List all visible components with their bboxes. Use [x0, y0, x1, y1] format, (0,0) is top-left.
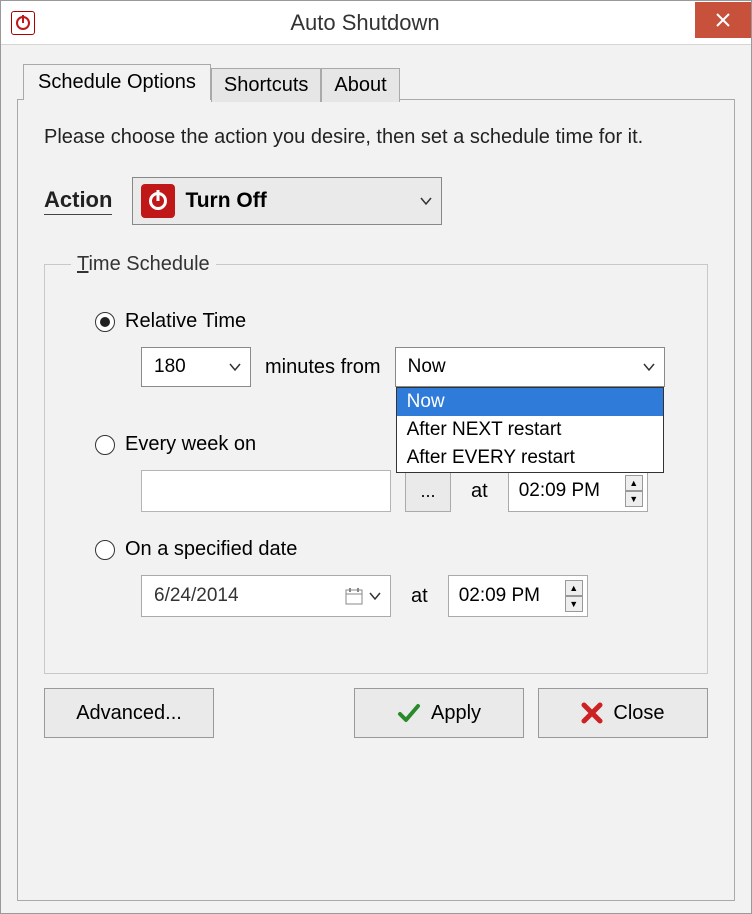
from-select[interactable]: Now Now After NEXT restart After EVERY r…: [395, 347, 665, 387]
action-row: Action Turn Off: [44, 177, 708, 225]
from-selected-value: Now: [408, 356, 642, 378]
specific-time-input[interactable]: 02:09 PM ▲ ▼: [448, 575, 588, 617]
from-option-after-every-restart[interactable]: After EVERY restart: [397, 444, 663, 472]
advanced-button[interactable]: Advanced...: [44, 688, 214, 738]
chevron-down-icon: [368, 589, 382, 603]
option-relative-time[interactable]: Relative Time: [95, 310, 681, 333]
window-title: Auto Shutdown: [35, 10, 695, 36]
apply-button[interactable]: Apply: [354, 688, 524, 738]
time-schedule-legend: Time Schedule: [71, 253, 216, 276]
relative-time-subrow: 180 minutes from Now Now After NEXT rest…: [141, 347, 681, 387]
intro-text: Please choose the action you desire, the…: [44, 126, 708, 149]
radio-relative-time[interactable]: [95, 312, 115, 332]
weekday-browse-button[interactable]: ...: [405, 470, 451, 512]
body-area: Schedule Options Shortcuts About Please …: [1, 45, 751, 913]
close-button-label: Close: [613, 702, 664, 725]
weekly-time-input[interactable]: 02:09 PM ▲ ▼: [508, 470, 648, 512]
specific-time-value: 02:09 PM: [459, 585, 540, 607]
specified-date-label: On a specified date: [125, 538, 297, 561]
specified-date-subrow: 6/24/2014 at 02:09 PM ▲ ▼: [141, 575, 681, 617]
weekly-at-label: at: [471, 480, 488, 503]
from-option-after-next-restart[interactable]: After NEXT restart: [397, 416, 663, 444]
action-value: Turn Off: [185, 189, 409, 213]
from-dropdown-list: Now After NEXT restart After EVERY resta…: [396, 387, 664, 473]
x-icon: [581, 702, 603, 724]
action-label: Action: [44, 187, 112, 215]
every-week-subrow: ... at 02:09 PM ▲ ▼: [141, 470, 681, 512]
chevron-down-icon: [642, 360, 656, 374]
chevron-down-icon: [228, 360, 242, 374]
app-window: Auto Shutdown Schedule Options Shortcuts…: [0, 0, 752, 914]
spinner-up[interactable]: ▲: [625, 475, 643, 491]
spinner-buttons: ▲ ▼: [565, 580, 583, 612]
calendar-icon: [344, 586, 364, 606]
close-icon: [715, 12, 731, 28]
date-input[interactable]: 6/24/2014: [141, 575, 391, 617]
radio-specified-date[interactable]: [95, 540, 115, 560]
weekly-time-value: 02:09 PM: [519, 480, 600, 502]
action-select[interactable]: Turn Off: [132, 177, 442, 225]
spinner-down[interactable]: ▼: [565, 596, 583, 612]
tab-shortcuts[interactable]: Shortcuts: [211, 68, 321, 102]
spinner-down[interactable]: ▼: [625, 491, 643, 507]
time-schedule-group: Time Schedule Relative Time 180 minutes …: [44, 253, 708, 674]
specific-at-label: at: [411, 585, 428, 608]
radio-every-week[interactable]: [95, 435, 115, 455]
tab-about[interactable]: About: [321, 68, 399, 102]
weekday-input[interactable]: [141, 470, 391, 512]
check-icon: [397, 701, 421, 725]
every-week-label: Every week on: [125, 433, 256, 456]
advanced-button-label: Advanced...: [76, 702, 182, 725]
minutes-value: 180: [154, 356, 228, 378]
titlebar: Auto Shutdown: [1, 1, 751, 45]
spinner-up[interactable]: ▲: [565, 580, 583, 596]
minutes-from-label: minutes from: [265, 356, 381, 379]
spinner-buttons: ▲ ▼: [625, 475, 643, 507]
from-option-now[interactable]: Now: [397, 388, 663, 416]
close-button[interactable]: Close: [538, 688, 708, 738]
relative-time-label: Relative Time: [125, 310, 246, 333]
app-icon: [11, 11, 35, 35]
date-value: 6/24/2014: [154, 585, 239, 607]
tab-panel: Please choose the action you desire, the…: [17, 99, 735, 901]
apply-button-label: Apply: [431, 702, 481, 725]
power-icon: [141, 184, 175, 218]
minutes-select[interactable]: 180: [141, 347, 251, 387]
chevron-down-icon: [419, 194, 433, 208]
tabstrip: Schedule Options Shortcuts About: [23, 63, 735, 99]
window-close-button[interactable]: [695, 2, 751, 38]
tab-schedule-options[interactable]: Schedule Options: [23, 64, 211, 100]
option-specified-date[interactable]: On a specified date: [95, 538, 681, 561]
button-bar: Advanced... Apply Close: [44, 674, 708, 738]
